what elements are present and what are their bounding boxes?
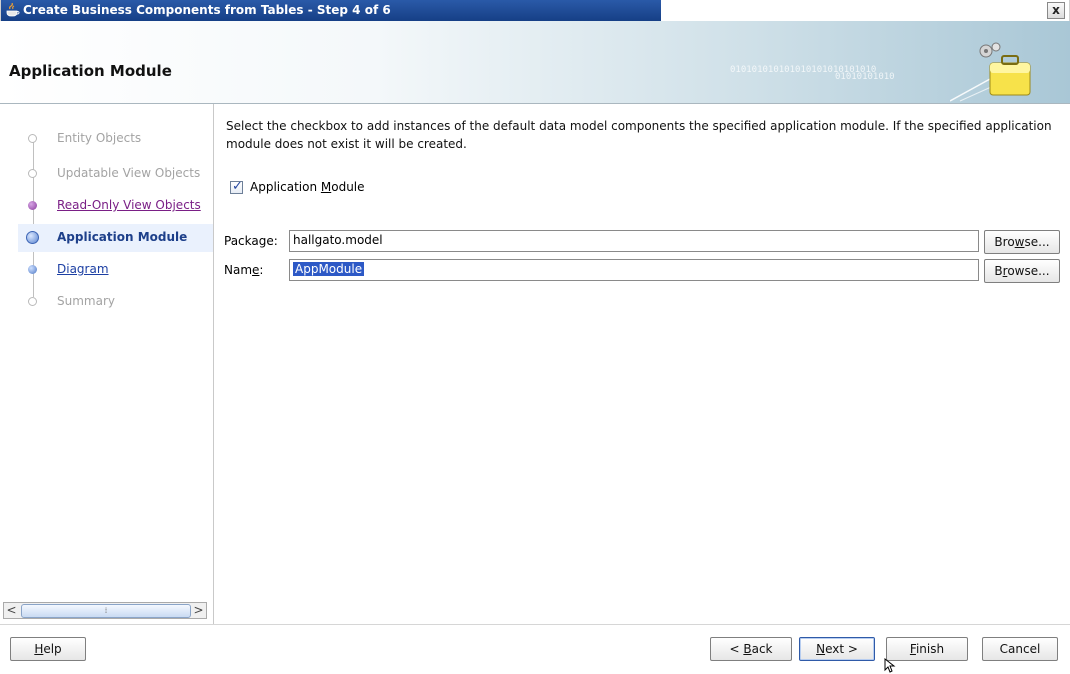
back-button[interactable]: < Back — [710, 637, 792, 661]
name-input[interactable]: AppModule — [289, 259, 979, 281]
name-browse-button[interactable]: Browse... — [984, 259, 1060, 283]
package-input[interactable]: hallgato.model — [289, 230, 979, 252]
window-title: Create Business Components from Tables -… — [23, 3, 391, 17]
step-label: Application Module — [57, 230, 188, 244]
finish-button[interactable]: Finish — [886, 637, 968, 661]
page-title: Application Module — [9, 62, 172, 80]
step-label: Summary — [57, 294, 115, 308]
steps-horizontal-scrollbar[interactable]: < ⁞ > — [3, 602, 207, 619]
step-summary: Summary — [0, 288, 213, 316]
wizard-steps-panel: Entity Objects Updatable View Objects Re… — [0, 104, 214, 624]
step-label: Updatable View Objects — [57, 166, 201, 180]
step-dot-icon — [28, 297, 37, 306]
close-button[interactable]: x — [1047, 2, 1065, 19]
window-title-bar: Create Business Components from Tables -… — [0, 0, 1070, 21]
checkmark-icon: ✓ — [232, 179, 243, 194]
scroll-right-icon[interactable]: > — [191, 603, 206, 618]
step-dot-icon — [28, 201, 37, 210]
step-read-only-view-objects[interactable]: Read-Only View Objects — [0, 192, 213, 220]
wizard-footer: Help < Back Next > Finish Cancel — [0, 624, 1070, 672]
step-dot-icon — [28, 134, 37, 143]
step-label[interactable]: Read-Only View Objects — [57, 198, 201, 212]
selected-name-text: AppModule — [293, 262, 365, 276]
application-module-briefcase-icon — [950, 42, 1031, 102]
wizard-header: Application Module 010101010101010101010… — [0, 21, 1070, 104]
scrollbar-thumb[interactable]: ⁞ — [21, 604, 191, 618]
next-button[interactable]: Next > — [799, 637, 875, 661]
instructions-text: Select the checkbox to add instances of … — [226, 119, 1052, 151]
help-button[interactable]: Help — [10, 637, 86, 661]
step-label: Entity Objects — [57, 131, 142, 145]
checkbox-label[interactable]: Application Module — [250, 180, 365, 194]
step-diagram[interactable]: Diagram — [0, 256, 213, 284]
package-browse-button[interactable]: Browse... — [984, 230, 1060, 254]
step-application-module: Application Module — [0, 224, 213, 252]
step-dot-icon — [28, 265, 37, 274]
wizard-content: Select the checkbox to add instances of … — [214, 104, 1070, 624]
step-entity-objects: Entity Objects — [0, 125, 213, 153]
close-icon: x — [1052, 3, 1060, 17]
step-updatable-view-objects: Updatable View Objects — [0, 160, 213, 188]
mouse-pointer-icon — [884, 658, 896, 673]
jdeveloper-cup-icon — [6, 3, 20, 17]
step-dot-icon — [28, 169, 37, 178]
package-label: Package: — [224, 234, 278, 248]
step-dot-icon — [26, 231, 39, 244]
name-label: Name: — [224, 263, 264, 277]
scroll-left-icon[interactable]: < — [4, 603, 19, 618]
header-binary-decoration: 010101010101010101010101010 01010101010 — [730, 65, 895, 82]
application-module-checkbox[interactable]: ✓ — [230, 179, 243, 194]
cancel-button[interactable]: Cancel — [982, 637, 1058, 661]
step-label[interactable]: Diagram — [57, 262, 109, 276]
